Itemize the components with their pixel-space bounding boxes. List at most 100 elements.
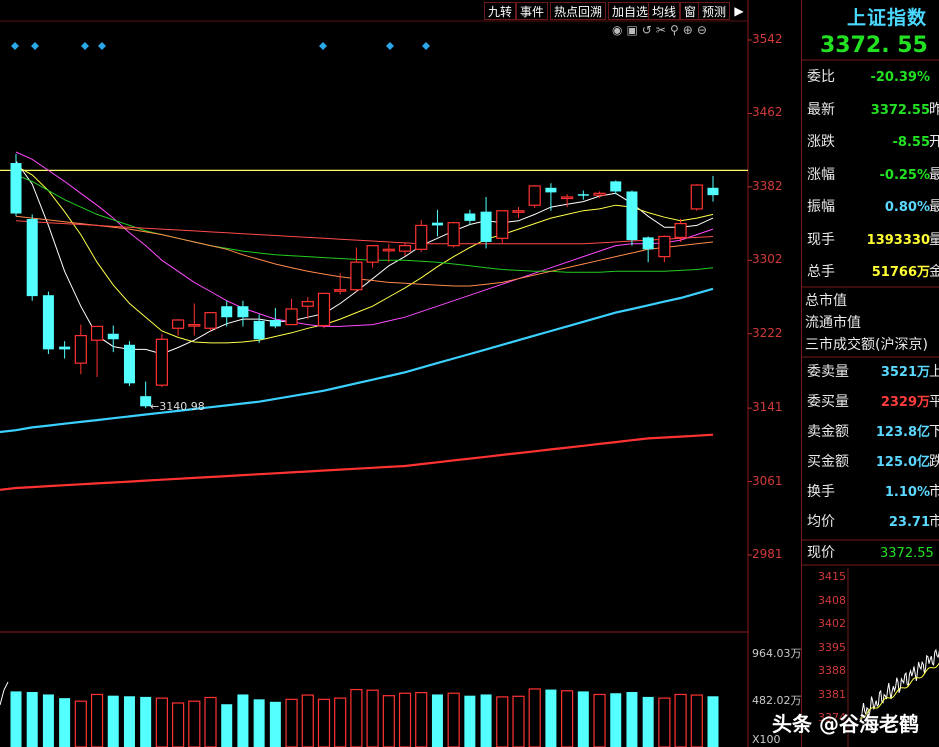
candle[interactable] xyxy=(496,210,509,244)
watermark: 头条 @谷海老鹤 xyxy=(772,712,919,736)
quote-value: 1.10% xyxy=(884,485,930,500)
candle[interactable] xyxy=(431,209,443,237)
volume-bar xyxy=(107,695,119,747)
candle[interactable] xyxy=(528,185,541,208)
event-marker-icon[interactable] xyxy=(31,42,39,50)
kline-chart[interactable] xyxy=(0,0,939,747)
candle[interactable] xyxy=(350,247,363,292)
ma-line-ma20 xyxy=(15,151,714,327)
scissors-icon[interactable]: ✂ xyxy=(656,23,670,37)
quote-label: 委卖量 xyxy=(807,364,849,380)
quote-extra-label: 上 xyxy=(929,364,939,380)
candle[interactable] xyxy=(317,292,331,329)
candle[interactable] xyxy=(59,341,71,359)
candle[interactable] xyxy=(301,297,314,320)
candle[interactable] xyxy=(10,153,22,217)
volume-bar xyxy=(26,692,38,747)
candle[interactable] xyxy=(577,190,589,200)
volume-bar xyxy=(577,691,589,747)
quote-extra-label: 金 xyxy=(929,264,939,280)
candle[interactable] xyxy=(237,300,249,327)
collapse-panel-icon[interactable]: ▶ xyxy=(730,2,748,20)
candle[interactable] xyxy=(415,219,428,253)
settings-icon-row: ◉▣↺✂⚲⊕⊖ xyxy=(612,23,747,39)
candle[interactable] xyxy=(107,325,119,353)
candle[interactable] xyxy=(610,180,622,195)
pin-icon[interactable]: ⚲ xyxy=(670,23,683,37)
toolbar-button-1[interactable]: 事件 xyxy=(516,2,549,20)
mini-axis-label: 3402 xyxy=(818,617,846,630)
volume-bar xyxy=(140,696,152,747)
toolbar-button-6[interactable]: 预测 xyxy=(698,2,731,20)
quote-label: 买金额 xyxy=(807,454,849,470)
toolbar-button-3[interactable]: 加自选 xyxy=(608,2,653,20)
volume-ma-line xyxy=(0,681,9,706)
volume-bar xyxy=(528,688,541,747)
candle[interactable] xyxy=(42,291,54,354)
candle[interactable] xyxy=(74,324,87,375)
candle[interactable] xyxy=(480,196,492,249)
quote-extra-label: 市 xyxy=(929,484,939,500)
candle[interactable] xyxy=(285,298,298,326)
quote-value: 23.71 xyxy=(888,515,930,530)
mini-axis-label: 3415 xyxy=(818,570,846,583)
ma-line-ma120 xyxy=(0,287,714,434)
candle[interactable] xyxy=(464,209,476,225)
candle[interactable] xyxy=(642,236,654,263)
volume-bar xyxy=(626,692,638,747)
volume-bar xyxy=(512,695,525,747)
quote-value: 3521万 xyxy=(880,365,930,380)
candle[interactable] xyxy=(188,303,201,336)
volume-bar xyxy=(10,691,22,747)
low-price-marker: ←3140.98 xyxy=(150,400,205,413)
eye-icon[interactable]: ◉ xyxy=(612,23,626,37)
event-marker-icon[interactable] xyxy=(98,42,106,50)
axis-tick-label: 3542 xyxy=(752,32,783,46)
candle[interactable] xyxy=(26,214,38,301)
quote-label: 卖金额 xyxy=(807,424,849,440)
toolbar-button-2[interactable]: 热点回溯 xyxy=(550,2,607,20)
volume-bar xyxy=(610,693,622,747)
candle[interactable] xyxy=(707,175,719,202)
candle[interactable] xyxy=(90,325,104,377)
quote-value: 0.80% xyxy=(884,200,930,215)
volume-bar xyxy=(317,698,331,747)
event-marker-icon[interactable] xyxy=(11,42,19,50)
event-marker-icon[interactable] xyxy=(386,42,394,50)
candle[interactable] xyxy=(366,245,379,268)
ma-line-ma30 xyxy=(15,174,714,273)
candle[interactable] xyxy=(155,333,168,388)
ma-line-ma250 xyxy=(0,433,714,491)
quote-extra-label: 下 xyxy=(929,424,939,440)
volume-bar xyxy=(221,704,233,747)
candle[interactable] xyxy=(123,341,135,387)
quote-label: 换手 xyxy=(807,484,835,500)
candle[interactable] xyxy=(171,319,185,336)
mini-axis-label: 3395 xyxy=(818,640,846,654)
volume-bar xyxy=(334,697,347,747)
low-price-label: 3140.98 xyxy=(159,400,205,413)
event-marker-icon[interactable] xyxy=(319,42,327,50)
zoom-in-icon[interactable]: ⊕ xyxy=(683,23,697,37)
quote-extra-label: 最 xyxy=(929,166,939,183)
volume-bar xyxy=(237,694,249,747)
candle[interactable] xyxy=(204,312,217,332)
quote-label: 均价 xyxy=(807,514,835,530)
toolbar-button-4[interactable]: 均线 xyxy=(648,2,681,20)
candle[interactable] xyxy=(690,184,703,211)
chart-window: 九转 事件 热点回溯 加自选 均线窗预测 ◉▣↺✂⚲⊕⊖ ▶ 3542 3462 3382 3… xyxy=(0,0,939,747)
volume-bar xyxy=(642,696,654,747)
toolbar-button-0[interactable]: 九转 xyxy=(484,2,517,20)
event-marker-icon[interactable] xyxy=(422,42,430,50)
candle[interactable] xyxy=(447,221,460,248)
toolbar-button-5[interactable]: 窗 xyxy=(680,2,701,20)
volume-bar xyxy=(707,696,719,747)
candle[interactable] xyxy=(626,190,638,246)
undo-icon[interactable]: ↺ xyxy=(642,23,656,37)
event-marker-icon[interactable] xyxy=(81,42,89,50)
candle[interactable] xyxy=(382,243,395,263)
candle[interactable] xyxy=(512,207,525,219)
lock-icon[interactable]: ▣ xyxy=(626,23,641,37)
zoom-out-icon[interactable]: ⊖ xyxy=(697,23,711,37)
candle[interactable] xyxy=(658,235,671,263)
